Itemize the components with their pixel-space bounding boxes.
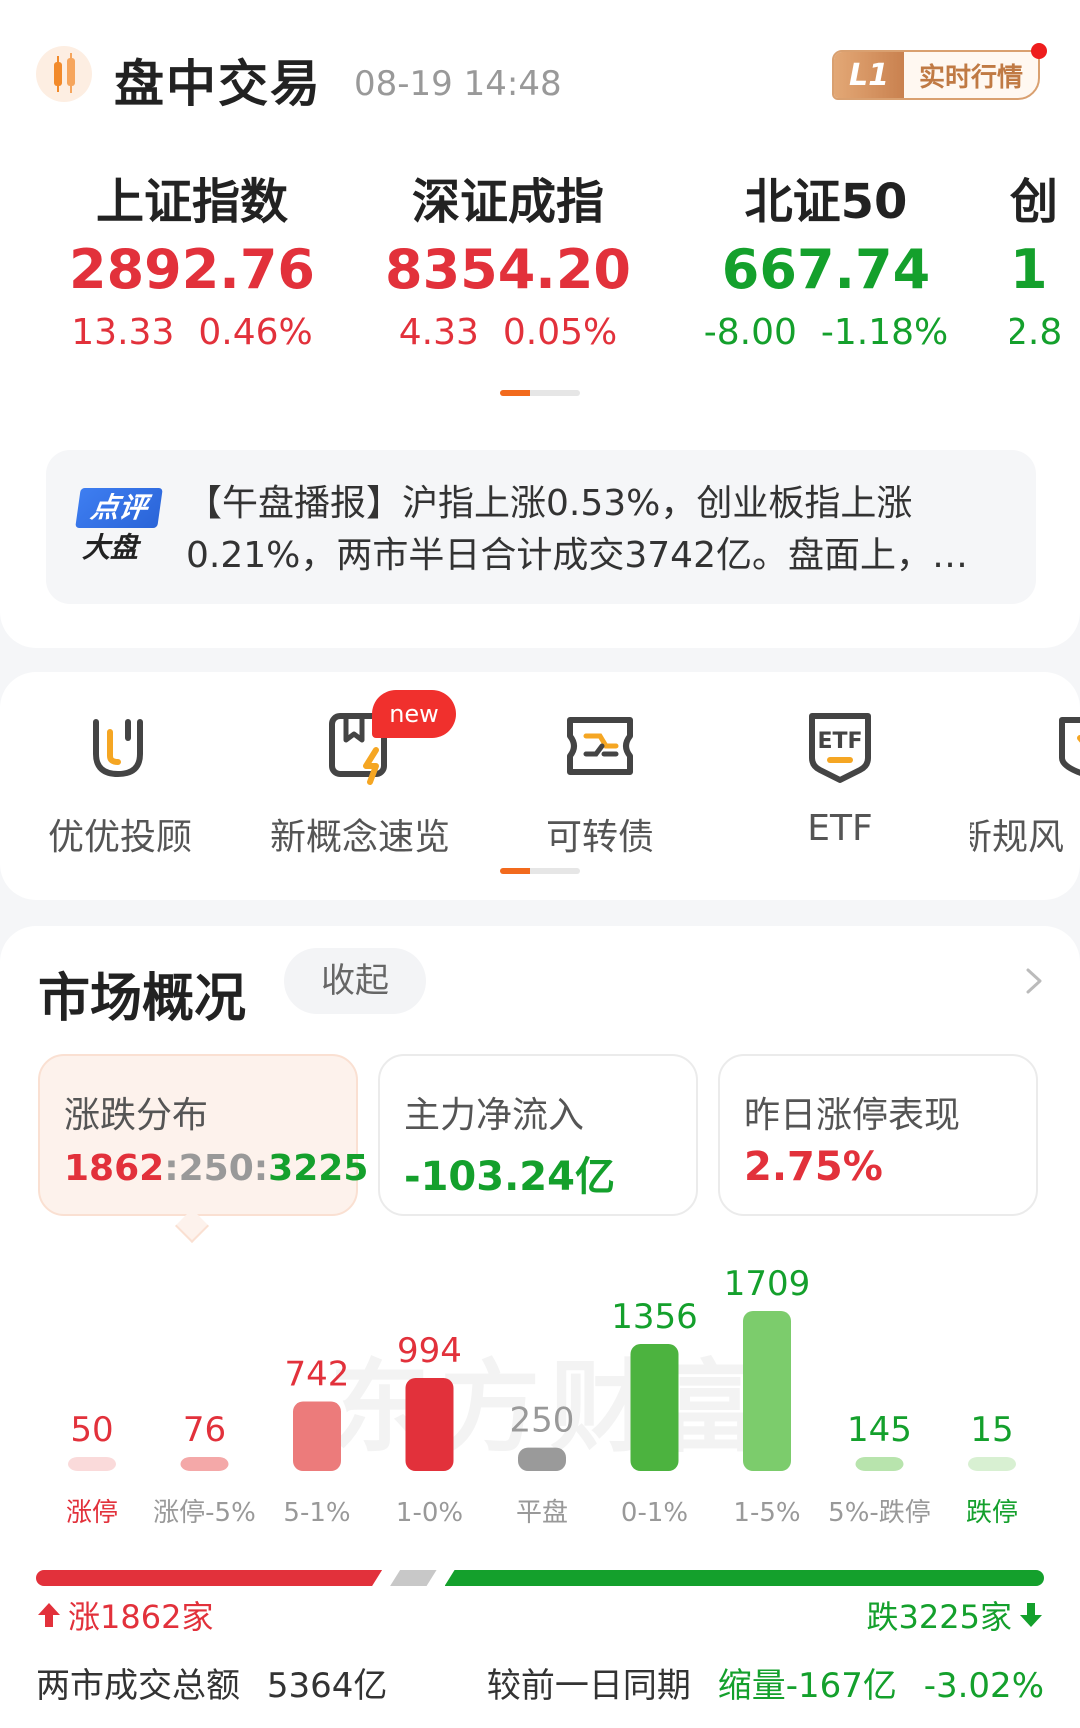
bar-category-label: 涨停-5% <box>153 1498 256 1528</box>
bar-value-label: 994 <box>397 1331 462 1371</box>
arrow-down-icon <box>1020 1603 1042 1627</box>
index-value: 667.74 <box>721 238 931 301</box>
bar-category-label: 5-1% <box>283 1498 350 1528</box>
bar-value-label: 1709 <box>724 1264 811 1304</box>
bar-value-label: 1356 <box>611 1297 698 1337</box>
compare-label: 较前一日同期 <box>486 1666 691 1706</box>
index-change: 4.33 <box>398 312 479 353</box>
candlestick-logo-icon <box>36 46 92 102</box>
bar-category-label: 平盘 <box>516 1498 568 1528</box>
index-change: -8.00 <box>703 312 797 353</box>
bar-4 <box>518 1447 566 1471</box>
tool-convertible-bond[interactable]: 可转债 <box>490 706 710 860</box>
index-item-shanghai[interactable]: 上证指数 2892.76 13.33 0.46% <box>42 170 342 353</box>
index-pct: 0.46% <box>198 312 313 353</box>
index-pct: 0.05% <box>502 312 618 353</box>
bar-value-label: 76 <box>183 1410 226 1450</box>
bar-7 <box>855 1457 904 1471</box>
tool-label: 新规风 <box>970 817 1065 858</box>
tool-new-rule[interactable]: 新规风 <box>970 706 1080 860</box>
bar-8 <box>968 1457 1016 1471</box>
index-name: 深证成指 <box>411 174 604 230</box>
update-time: 08-19 14:48 <box>354 64 562 104</box>
commentary-icon: 点评 大盘 <box>75 488 163 568</box>
bar-value-label: 250 <box>510 1401 575 1441</box>
bar-3 <box>405 1377 454 1471</box>
bar-category-label: 跌停 <box>966 1498 1018 1528</box>
index-name: 创 <box>1010 174 1059 230</box>
arrow-up-icon <box>38 1603 60 1627</box>
bar-category-label: 1-5% <box>733 1498 800 1528</box>
etf-icon: ETF <box>800 706 880 786</box>
index-change: -2.8 <box>1010 312 1063 353</box>
bar-category-label: 0-1% <box>621 1498 688 1528</box>
tools-scroll-indicator <box>500 868 580 874</box>
tools-card: 优优投顾 新概念速览 可转债 ETF ETF 新规风 <box>0 672 1080 900</box>
compare-pct: -3.02% <box>923 1666 1044 1706</box>
index-pct: -1.18% <box>820 312 949 353</box>
index-name: 上证指数 <box>95 174 288 230</box>
tool-uu-advisor[interactable]: 优优投顾 <box>10 706 230 860</box>
bar-value-label: 15 <box>970 1410 1013 1450</box>
index-item-chinext[interactable]: 创 1 -2.8 <box>1010 170 1080 353</box>
bar-category-label: 1-0% <box>396 1498 463 1528</box>
bar-value-label: 50 <box>70 1410 113 1450</box>
bar-0 <box>68 1457 116 1471</box>
index-item-shenzhen[interactable]: 深证成指 8354.20 4.33 0.05% <box>358 170 658 353</box>
ratio-bar-down <box>444 1570 1044 1586</box>
uu-advisor-icon <box>80 706 160 786</box>
index-value: 8354.20 <box>385 238 631 301</box>
realtime-quote-badge[interactable]: L1 实时行情 <box>832 50 1040 100</box>
page-title: 盘中交易 <box>114 55 322 113</box>
index-name: 北证50 <box>744 174 908 230</box>
bar-5 <box>630 1344 679 1471</box>
down-total: 跌3225家 <box>867 1592 1044 1638</box>
total-volume: 两市成交总额 5364亿 <box>36 1658 387 1707</box>
convertible-bond-icon <box>560 706 640 786</box>
index-value: 2892.76 <box>69 238 315 301</box>
market-commentary-banner[interactable]: 点评 大盘 【午盘播报】沪指上涨0.53%，创业板指上涨0.21%，两市半日合计… <box>46 450 1036 604</box>
svg-text:ETF: ETF <box>817 729 862 754</box>
new-badge: new <box>372 690 456 738</box>
notification-dot <box>1031 43 1047 59</box>
commentary-text: 【午盘播报】沪指上涨0.53%，创业板指上涨0.21%，两市半日合计成交3742… <box>186 483 968 576</box>
index-value: 1 <box>1010 238 1048 301</box>
index-scroll-indicator <box>500 390 580 396</box>
index-card: 盘中交易 08-19 14:48 L1 实时行情 上证指数 2892.76 13… <box>0 0 1080 648</box>
volume-value: 5364亿 <box>266 1666 388 1706</box>
bar-value-label: 742 <box>285 1355 350 1395</box>
index-item-bz50[interactable]: 北证50 667.74 -8.00 -1.18% <box>676 170 976 353</box>
bar-value-label: 145 <box>847 1410 912 1450</box>
tool-label: 优优投顾 <box>47 817 192 858</box>
tool-label: 可转债 <box>545 817 654 858</box>
l1-label: L1 <box>834 52 904 98</box>
tool-label: ETF <box>807 808 873 849</box>
new-rule-icon <box>1050 706 1080 786</box>
ratio-bar-up <box>36 1570 382 1586</box>
up-total: 涨1862家 <box>36 1592 213 1638</box>
bar-category-label: 涨停 <box>66 1498 118 1528</box>
tool-label: 新概念速览 <box>269 817 450 858</box>
bar-category-label: 5%-跌停 <box>828 1498 931 1528</box>
volume-compare: 较前一日同期 缩量-167亿 -3.02% <box>487 1658 1044 1707</box>
compare-change: 缩量-167亿 <box>717 1666 897 1706</box>
realtime-label: 实时行情 <box>918 62 1023 93</box>
tool-etf[interactable]: ETF ETF <box>730 706 950 849</box>
bar-6 <box>743 1311 791 1471</box>
volume-label: 两市成交总额 <box>36 1666 240 1706</box>
bar-1 <box>180 1457 229 1471</box>
index-change: 13.33 <box>71 312 175 353</box>
bar-2 <box>293 1401 341 1471</box>
